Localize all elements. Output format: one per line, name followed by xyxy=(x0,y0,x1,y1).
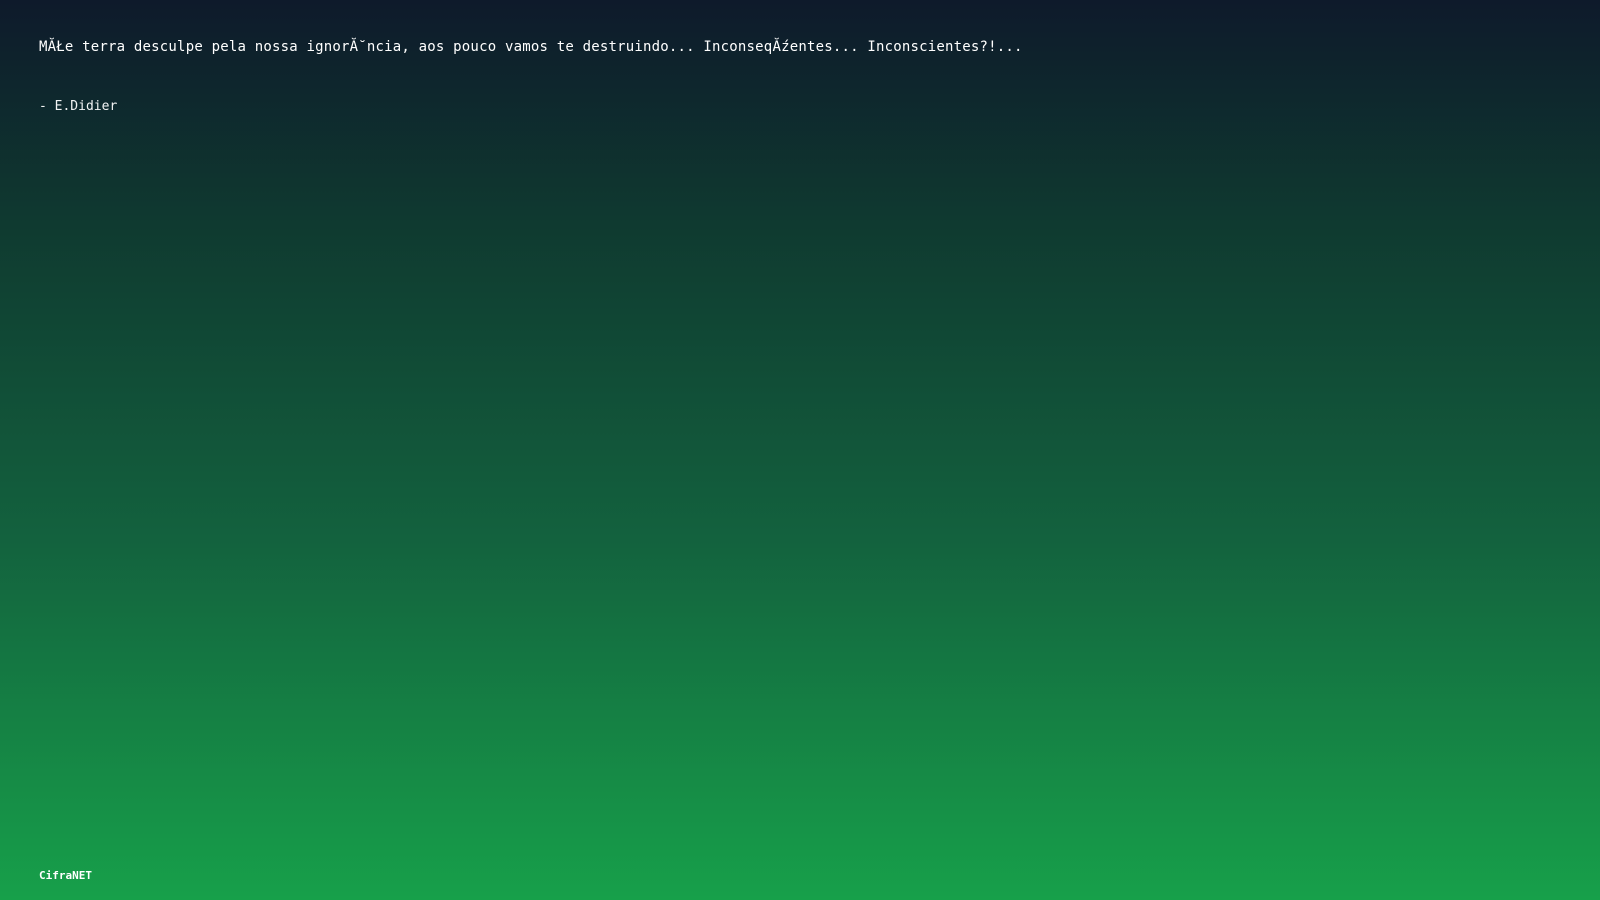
quote-author: - E.Didier xyxy=(39,99,118,114)
brand-label: CifraNET xyxy=(39,869,92,882)
screensaver-frame: MĂŁe terra desculpe pela nossa ignorĂ˘nc… xyxy=(0,0,1600,900)
quote-text: MĂŁe terra desculpe pela nossa ignorĂ˘nc… xyxy=(39,39,1023,55)
